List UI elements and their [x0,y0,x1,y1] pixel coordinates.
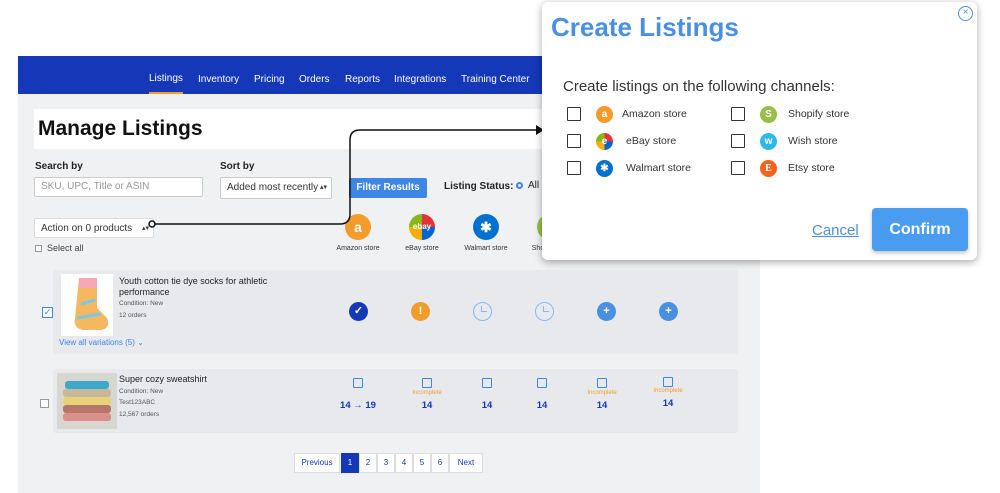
pending-clock-icon[interactable] [535,302,554,321]
confirm-button[interactable]: Confirm [872,208,968,251]
product-orders: 12 orders [119,312,147,319]
warning-icon[interactable]: ! [411,302,430,321]
quantity-value: 14 [662,398,674,409]
etsy-store-label: Etsy store [788,162,835,174]
amazon-icon: a [596,106,613,123]
search-label: Search by [35,161,83,172]
channel-name-ebay: eBay store [405,245,439,252]
nav-listings[interactable]: Listings [149,56,183,94]
shopify-icon: S [760,106,777,123]
etsy-checkbox[interactable] [731,161,745,175]
shopify-checkbox[interactable] [731,107,745,121]
quantity-value: 14 [421,400,433,411]
channel-name-amazon: Amazon store [336,245,380,252]
connector-arrow [148,125,544,228]
nav-pricing[interactable]: Pricing [254,56,285,94]
sweatshirt-image [57,373,117,429]
pagination-next[interactable]: Next [449,453,483,473]
quantity-value: 14 → 19 [340,400,376,411]
action-value: Action on 0 products [41,223,133,234]
create-listings-modal: × Create Listings Create listings on the… [542,2,977,260]
nav-integrations[interactable]: Integrations [394,56,446,94]
product-title[interactable]: Super cozy sweatshirt [119,374,207,385]
incomplete-label: Incomplete [587,390,617,396]
page-5[interactable]: 5 [413,453,431,473]
product-condition: Condition: New [119,300,164,307]
row-checkbox[interactable] [40,399,49,408]
select-all-checkbox[interactable] [35,245,42,252]
action-select[interactable]: Action on 0 products ▴▾ [34,218,154,238]
close-icon[interactable]: × [958,6,973,21]
edit-icon[interactable] [663,377,673,387]
page-6[interactable]: 6 [431,453,449,473]
pending-clock-icon[interactable] [473,302,492,321]
shopify-store-label: Shopify store [788,108,850,120]
product-row[interactable]: Youth cotton tie dye socks for athletic … [53,270,738,354]
incomplete-label: Incomplete [653,388,683,394]
walmart-store-label: Walmart store [626,162,691,174]
row-checkbox[interactable]: ✓ [42,307,53,318]
add-listing-icon[interactable]: + [597,302,616,321]
channel-name-walmart: Walmart store [464,245,508,252]
wish-store-label: Wish store [788,135,838,147]
nav-training-center[interactable]: Training Center [461,56,530,94]
modal-title: Create Listings [551,12,739,42]
edit-icon[interactable] [353,378,363,388]
product-condition: Condition: New [119,388,164,395]
select-all-label: Select all [47,243,84,253]
view-variations-label: View all variations (5) [59,338,135,347]
quantity-value: 14 [536,400,548,411]
ebay-icon: e [596,133,613,150]
product-orders: 12,567 orders [119,411,160,418]
product-row[interactable]: Super cozy sweatshirt Condition: New Tes… [53,369,738,433]
socks-image [61,274,113,336]
etsy-icon: E [760,160,777,177]
walmart-icon: ✱ [596,160,613,177]
pagination-previous[interactable]: Previous [294,453,340,473]
view-variations-link[interactable]: View all variations (5) ⌄ [59,338,144,347]
ebay-checkbox[interactable] [567,134,581,148]
nav-orders[interactable]: Orders [299,56,330,94]
product-sku: Test123ABC [119,399,156,406]
incomplete-label: Incomplete [412,390,442,396]
amazon-checkbox[interactable] [567,107,581,121]
edit-icon[interactable] [597,378,607,388]
modal-subtitle: Create listings on the following channel… [563,78,835,95]
edit-icon[interactable] [482,378,492,388]
ebay-store-label: eBay store [626,135,677,147]
page-2[interactable]: 2 [359,453,377,473]
walmart-checkbox[interactable] [567,161,581,175]
wish-checkbox[interactable] [731,134,745,148]
page-1[interactable]: 1 [341,453,359,473]
add-listing-icon[interactable]: + [659,302,678,321]
page-3[interactable]: 3 [377,453,395,473]
page-4[interactable]: 4 [395,453,413,473]
quantity-value: 14 [596,400,608,411]
nav-inventory[interactable]: Inventory [198,56,239,94]
nav-reports[interactable]: Reports [345,56,380,94]
cancel-button[interactable]: Cancel [812,222,859,239]
wish-icon: w [760,133,777,150]
edit-icon[interactable] [537,378,547,388]
amazon-store-label: Amazon store [622,108,687,120]
listed-check-icon[interactable]: ✓ [349,302,368,321]
edit-icon[interactable] [422,378,432,388]
chevron-down-icon: ⌄ [137,338,144,347]
product-title[interactable]: Youth cotton tie dye socks for athletic … [119,276,279,298]
quantity-value: 14 [481,400,493,411]
